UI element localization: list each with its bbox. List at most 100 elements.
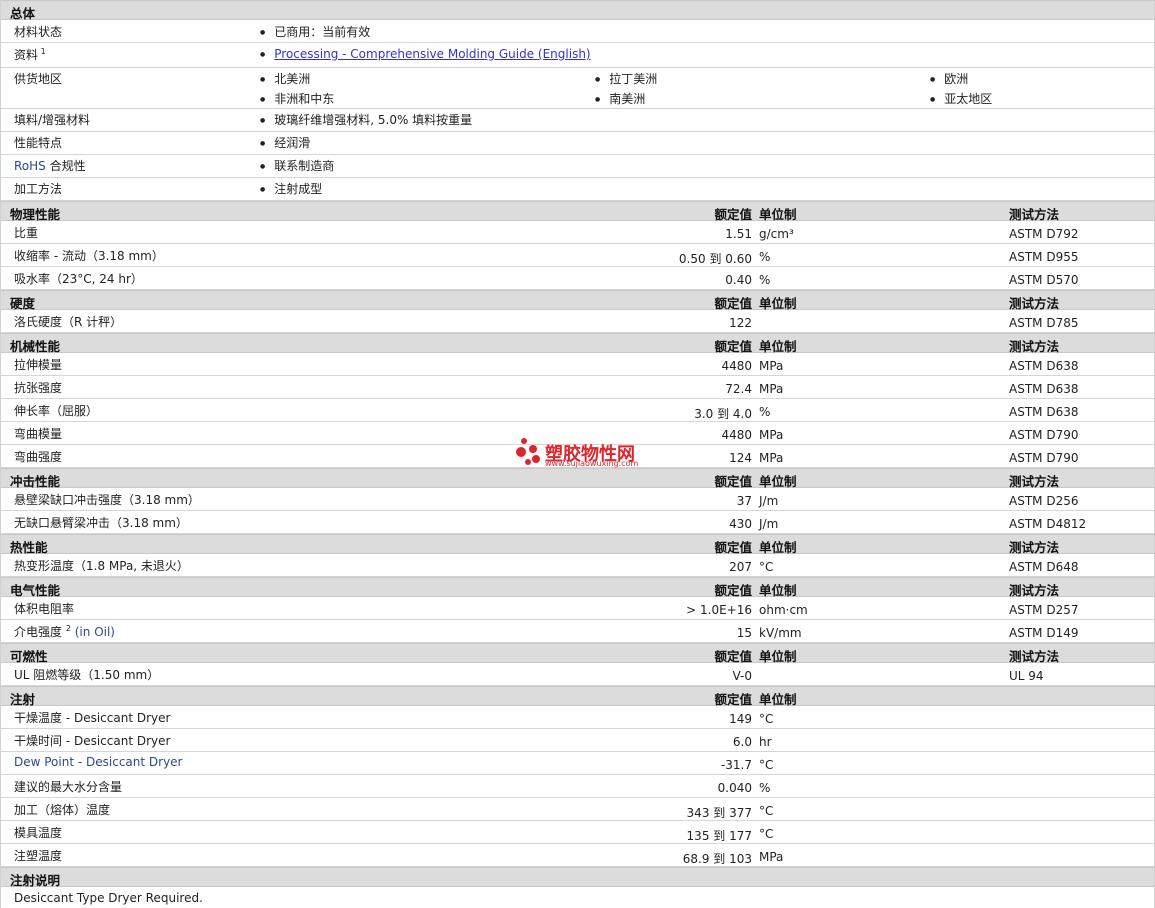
- section-header: 电气性能 额定值 单位制 测试方法: [0, 577, 1155, 598]
- bullet-text: 北美洲: [274, 72, 311, 86]
- guide-link[interactable]: Processing - Comprehensive Molding Guide…: [274, 47, 590, 61]
- label-text: 比重: [14, 226, 39, 240]
- label-text: 模具温度: [14, 826, 63, 840]
- test-method: ASTM D257: [1009, 603, 1079, 617]
- property-row: 干燥时间 - Desiccant Dryer 6.0 hr: [0, 729, 1155, 752]
- row-label: 供货地区: [14, 70, 62, 87]
- general-row: RoHS 合规性 联系制造商: [0, 155, 1155, 178]
- unit-value: °C: [759, 560, 774, 574]
- label-text: 弯曲模量: [14, 427, 63, 441]
- section-header: 机械性能 额定值 单位制 测试方法: [0, 333, 1155, 354]
- general-row: 性能特点 经润滑: [0, 132, 1155, 155]
- nominal-value: 0.50 到 0.60: [678, 252, 752, 266]
- property-label: 体积电阻率: [14, 600, 74, 617]
- bullet-item: 玻璃纤维增强材料, 5.0% 填料按重量: [260, 111, 472, 128]
- property-label: 拉伸模量: [14, 356, 62, 373]
- test-method: ASTM D790: [1009, 428, 1079, 442]
- section-header: 冲击性能 额定值 单位制 测试方法: [0, 468, 1155, 489]
- section-header: 物理性能 额定值 单位制 测试方法: [0, 201, 1155, 222]
- property-label: 抗张强度: [14, 379, 62, 396]
- property-label: 悬壁梁缺口冲击强度（3.18 mm）: [14, 491, 200, 508]
- property-row: 模具温度 135 到 177 °C: [0, 821, 1155, 844]
- footnote-ref[interactable]: 1: [38, 47, 46, 56]
- unit-value: MPa: [759, 850, 784, 864]
- property-label: Dew Point - Desiccant Dryer: [14, 755, 182, 769]
- notes-row: Desiccant Type Dryer Required.: [0, 887, 1155, 908]
- unit-value: MPa: [759, 382, 784, 396]
- property-row: 洛氏硬度（R 计秤） 122 ASTM D785: [0, 310, 1155, 333]
- notes-text: Desiccant Type Dryer Required.: [14, 891, 203, 905]
- property-label: 模具温度: [14, 824, 62, 841]
- unit-value: %: [759, 250, 771, 264]
- nominal-value: 1.51: [725, 227, 752, 241]
- test-method: ASTM D570: [1009, 273, 1079, 287]
- label-text: 建议的最大水分含量: [14, 780, 123, 794]
- general-row: 供货地区 北美洲 拉丁美洲 欧洲非洲和中东 南美洲 亚太地区: [0, 68, 1155, 109]
- property-row: 注塑温度 68.9 到 103 MPa: [0, 844, 1155, 867]
- label-text: 洛氏硬度（R 计秤）: [14, 315, 123, 329]
- nominal-value: 122: [729, 316, 752, 330]
- property-row: 热变形温度（1.8 MPa, 未退火） 207 °C ASTM D648: [0, 554, 1155, 577]
- footnote-number: 1: [40, 47, 46, 56]
- bullet-item: 非洲和中东: [260, 90, 334, 107]
- bullet-item: 注射成型: [260, 180, 322, 197]
- rohs-label-tail: 合规性: [45, 159, 86, 173]
- bullet-text: 非洲和中东: [274, 92, 335, 106]
- property-label: 干燥温度 - Desiccant Dryer: [14, 709, 170, 726]
- row-label: 性能特点: [14, 134, 62, 151]
- unit-value: J/m: [759, 517, 779, 531]
- unit-value: hr: [759, 735, 772, 749]
- section-header-general: 总体: [0, 0, 1155, 21]
- bullet-item: 南美洲: [595, 90, 645, 107]
- nominal-value: 135 到 177: [686, 829, 752, 843]
- section-header: 热性能 额定值 单位制 测试方法: [0, 534, 1155, 555]
- property-row: 干燥温度 - Desiccant Dryer 149 °C: [0, 706, 1155, 729]
- property-row: UL 阻燃等级（1.50 mm） V-0 UL 94: [0, 663, 1155, 686]
- bullet-item: 已商用：当前有效: [260, 23, 370, 40]
- bullet-item: 拉丁美洲: [595, 70, 657, 87]
- watermark: 塑胶物性网 www.sujiaowuxing.com: [514, 437, 638, 472]
- general-row: 加工方法 注射成型: [0, 178, 1155, 201]
- watermark-logo-icon: [516, 438, 540, 465]
- nominal-value: 207: [729, 560, 752, 574]
- label-text: 热变形温度（1.8 MPa, 未退火）: [14, 559, 189, 573]
- section-header: 可燃性 额定值 单位制 测试方法: [0, 643, 1155, 664]
- property-label: 干燥时间 - Desiccant Dryer: [14, 732, 170, 749]
- label-text: 干燥温度 - Desiccant Dryer: [14, 711, 171, 725]
- left-border: [0, 0, 1, 908]
- property-label: 收缩率 - 流动（3.18 mm）: [14, 247, 164, 264]
- label-text: 加工（熔体）温度: [14, 803, 111, 817]
- bullet-item: 北美洲: [260, 70, 310, 87]
- property-label: 介电强度 2 (in Oil): [14, 623, 115, 640]
- label-text: 收缩率 - 流动（3.18 mm）: [14, 249, 164, 263]
- test-method: ASTM D638: [1009, 359, 1079, 373]
- bullet-text: 已商用：当前有效: [274, 25, 371, 39]
- unit-value: kV/mm: [759, 626, 802, 640]
- property-label: 无缺口悬臂梁冲击（3.18 mm）: [14, 514, 188, 531]
- unit-value: ohm·cm: [759, 603, 808, 617]
- label-text: 体积电阻率: [14, 602, 75, 616]
- property-label: 加工（熔体）温度: [14, 801, 110, 818]
- test-method: ASTM D256: [1009, 494, 1079, 508]
- general-row: 填料/增强材料 玻璃纤维增强材料, 5.0% 填料按重量: [0, 109, 1155, 132]
- property-label: 弯曲模量: [14, 425, 62, 442]
- label-text: 抗张强度: [14, 381, 63, 395]
- label-text: 吸水率（23°C, 24 hr）: [14, 272, 143, 286]
- property-label: 吸水率（23°C, 24 hr）: [14, 270, 143, 287]
- label-text: 伸长率（屈服）: [14, 404, 99, 418]
- unit-value: MPa: [759, 451, 784, 465]
- bullet-item: 亚太地区: [930, 90, 992, 107]
- test-method: UL 94: [1009, 669, 1044, 683]
- nominal-value: 3.0 到 4.0: [694, 407, 752, 421]
- label-text: 性能特点: [14, 136, 63, 150]
- label-text: 注塑温度: [14, 849, 63, 863]
- section-title: 总体: [10, 6, 36, 21]
- property-label: 弯曲强度: [14, 448, 62, 465]
- nominal-value: 4480: [721, 428, 752, 442]
- nominal-value: 15: [736, 626, 752, 640]
- unit-value: MPa: [759, 359, 784, 373]
- bullet-text: 南美洲: [609, 92, 646, 106]
- label-text: 介电强度: [14, 625, 63, 639]
- nominal-value: 149: [729, 712, 752, 726]
- label-text: 干燥时间 - Desiccant Dryer: [14, 734, 171, 748]
